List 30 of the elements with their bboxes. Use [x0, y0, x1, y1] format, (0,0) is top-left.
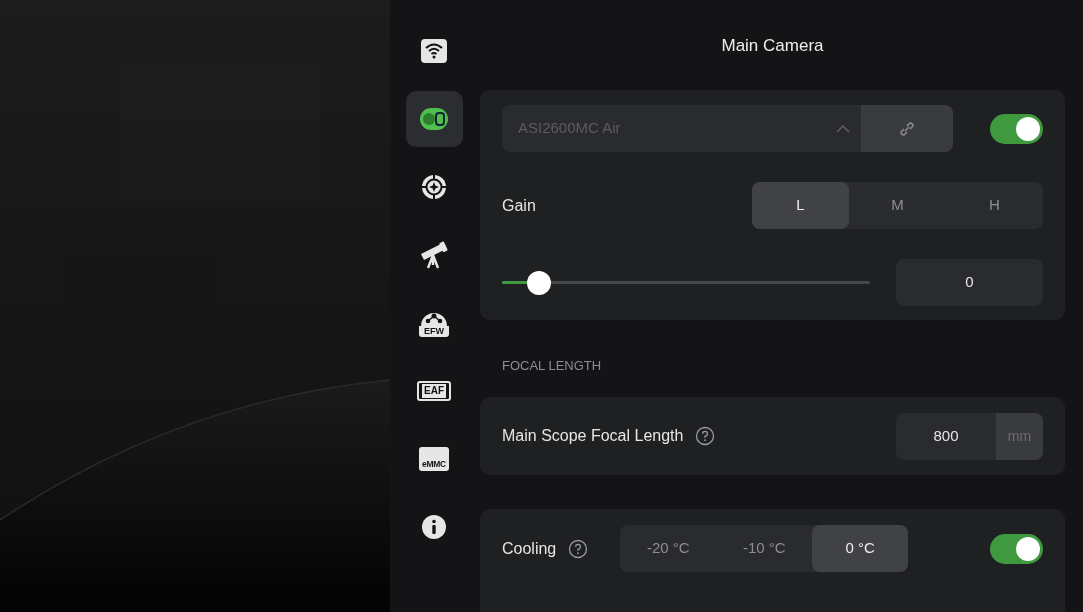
- sidebar-item[interactable]: EFW: [405, 295, 463, 351]
- temperature-option[interactable]: -20 °C: [620, 525, 717, 572]
- help-icon[interactable]: [568, 538, 589, 559]
- panel-title: Main Camera: [721, 35, 824, 57]
- section-heading: FOCAL LENGTH: [502, 356, 602, 375]
- gain-input[interactable]: 0: [896, 259, 1043, 306]
- slider-thumb[interactable]: [526, 270, 551, 295]
- gain-label: Gain: [502, 195, 536, 216]
- storage-chip-icon[interactable]: eMMC: [419, 447, 449, 471]
- wifi-icon[interactable]: [421, 39, 447, 63]
- gain-mode-option[interactable]: L: [752, 182, 849, 229]
- focal-length-value: 800: [932, 425, 960, 446]
- help-icon[interactable]: [695, 426, 716, 446]
- crosshair-icon[interactable]: [421, 174, 447, 200]
- sidebar-item[interactable]: eMMC: [405, 431, 463, 487]
- temperature-option[interactable]: -10 °C: [716, 525, 813, 572]
- focuser-icon[interactable]: EAF: [417, 381, 451, 401]
- focal-length-label: Main Scope Focal Length: [502, 426, 684, 446]
- gain-mode-option[interactable]: M: [849, 182, 946, 229]
- toggle-switch[interactable]: [990, 533, 1043, 564]
- telescope-icon[interactable]: [419, 241, 449, 269]
- info-icon[interactable]: [422, 515, 446, 539]
- gain-mode-option[interactable]: H: [946, 182, 1043, 229]
- temperature-option[interactable]: 0 °C: [812, 525, 909, 572]
- sidebar-item[interactable]: [405, 91, 463, 147]
- camera-icon[interactable]: [420, 107, 448, 131]
- toggle-switch[interactable]: [990, 113, 1043, 144]
- gain-slider[interactable]: [502, 270, 870, 295]
- cooling-label: Cooling: [502, 538, 557, 559]
- sidebar-item[interactable]: EAF: [405, 363, 463, 419]
